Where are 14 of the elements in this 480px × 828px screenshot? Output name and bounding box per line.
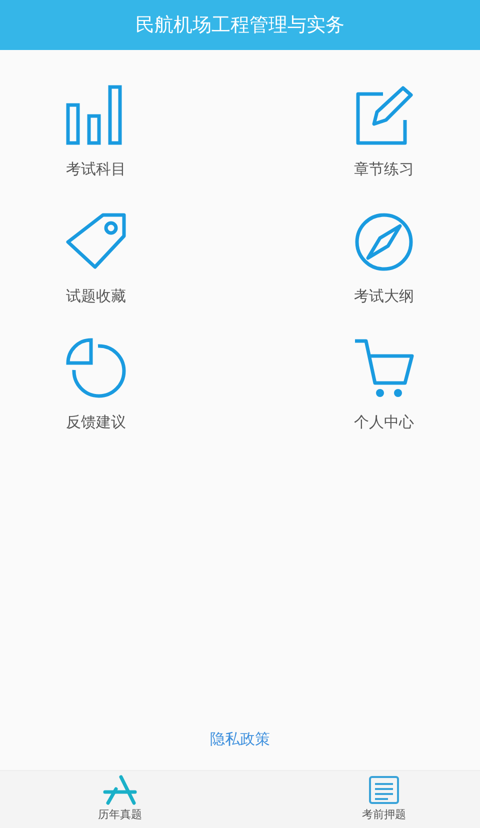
menu-item[interactable]: 个人中心 bbox=[326, 337, 442, 434]
app-title: 民航机场工程管理与实务 bbox=[0, 0, 480, 50]
cart-icon bbox=[353, 337, 415, 399]
menu-item[interactable]: 反馈建议 bbox=[38, 337, 154, 434]
app-store-icon bbox=[102, 775, 138, 806]
tab-bar-item[interactable]: 历年真题 bbox=[98, 771, 142, 828]
tab-bar-item[interactable]: 考前押题 bbox=[362, 771, 406, 828]
pie-chart-icon bbox=[65, 337, 127, 399]
menu-item[interactable]: 考试大纲 bbox=[326, 210, 442, 307]
document-icon bbox=[366, 775, 402, 806]
menu-item[interactable]: 试题收藏 bbox=[38, 210, 154, 307]
compass-icon bbox=[353, 210, 415, 272]
menu-item[interactable]: 章节练习 bbox=[326, 84, 442, 180]
menu-item[interactable]: 考试科目 bbox=[38, 84, 154, 180]
